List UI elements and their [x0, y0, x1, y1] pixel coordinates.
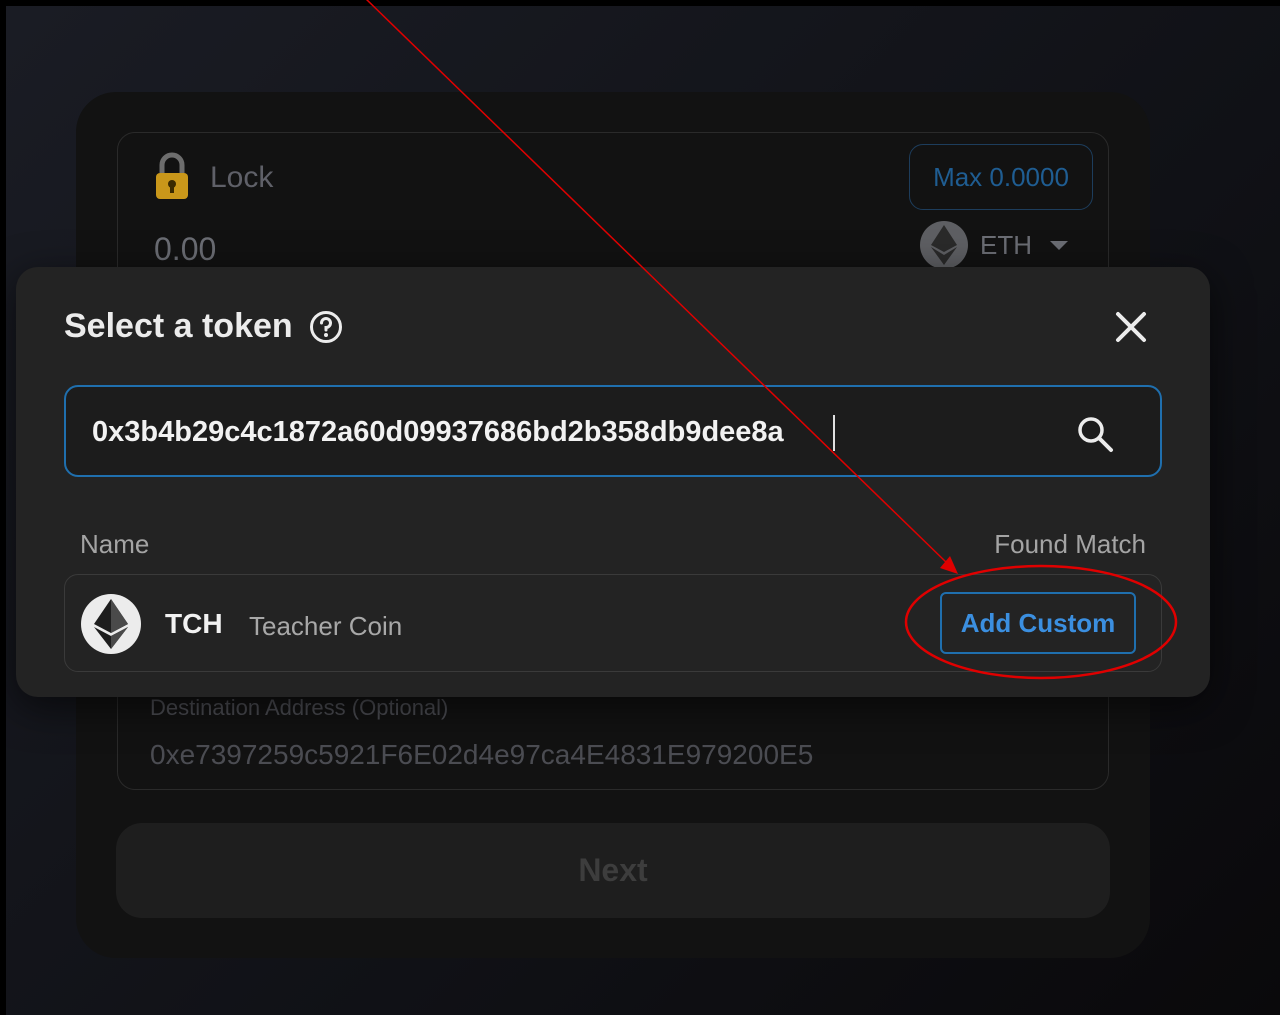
- column-header-found-match: Found Match: [994, 529, 1146, 559]
- destination-label: Destination Address (Optional): [150, 695, 449, 720]
- add-custom-button[interactable]: Add Custom: [940, 592, 1136, 654]
- modal-title: Select a token: [64, 307, 293, 345]
- column-header-name: Name: [80, 529, 150, 559]
- text-cursor: [833, 415, 835, 451]
- select-token-modal: Select a token Name Found Match TCH Teac…: [16, 267, 1210, 697]
- next-button[interactable]: Next: [116, 823, 1110, 918]
- chevron-down-icon: [1050, 240, 1068, 250]
- search-input[interactable]: [90, 387, 1054, 477]
- token-symbol: ETH: [980, 229, 1032, 260]
- lock-icon: [156, 152, 188, 199]
- search-icon[interactable]: [1076, 415, 1114, 453]
- help-icon[interactable]: [309, 310, 343, 344]
- close-icon[interactable]: [1114, 310, 1148, 344]
- destination-address-input[interactable]: 0xe7397259c5921F6E02d4e97ca4E4831E979200…: [150, 739, 813, 771]
- token-result-row[interactable]: TCH Teacher Coin Add Custom: [64, 574, 1162, 672]
- token-search: [64, 385, 1162, 477]
- max-button[interactable]: Max 0.0000: [909, 144, 1093, 210]
- token-result-name: Teacher Coin: [249, 611, 403, 641]
- token-result-symbol: TCH: [165, 608, 223, 639]
- lock-label: Lock: [210, 161, 274, 194]
- amount-input[interactable]: 0.00: [154, 231, 216, 268]
- token-selector[interactable]: ETH: [920, 221, 1068, 269]
- eth-icon: [920, 221, 968, 269]
- eth-icon: [81, 594, 141, 654]
